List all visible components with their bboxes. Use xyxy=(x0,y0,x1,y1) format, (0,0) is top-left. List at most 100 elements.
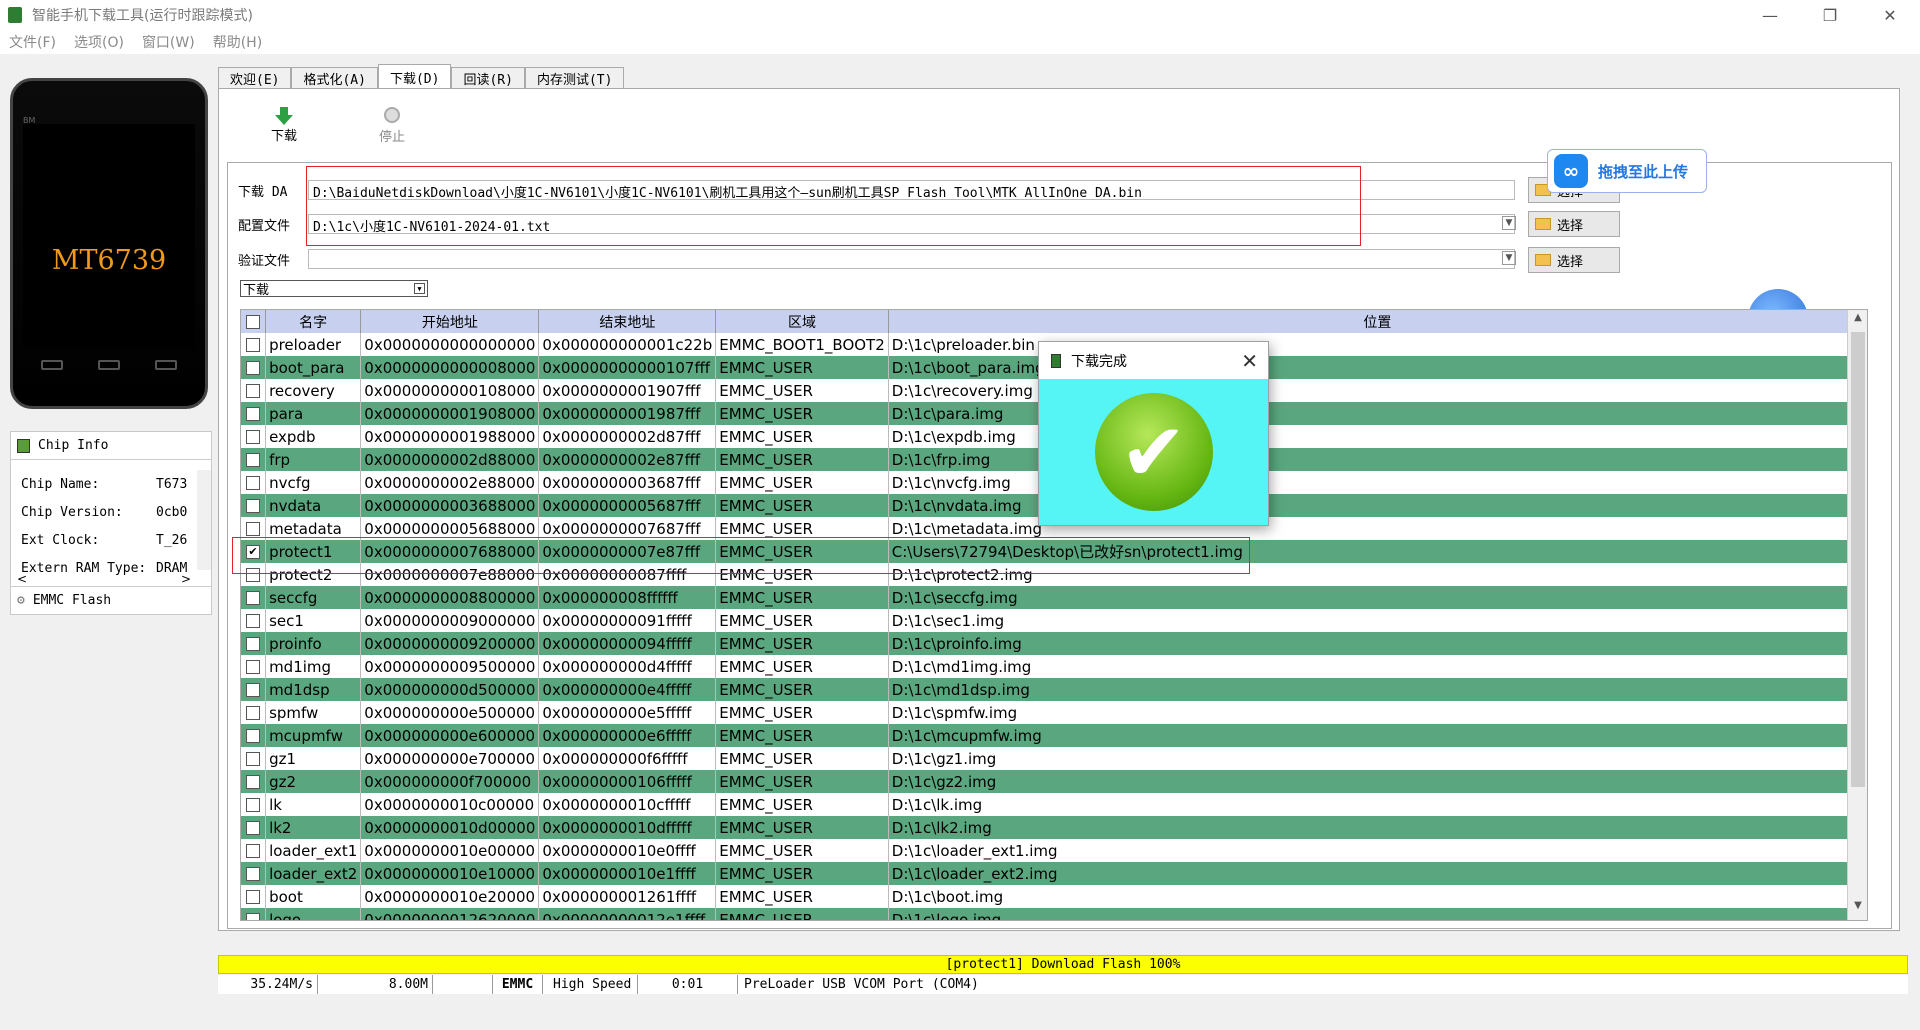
row-checkbox-cell[interactable] xyxy=(241,333,267,356)
row-checkbox[interactable] xyxy=(246,475,261,490)
table-row[interactable]: mcupmfw 0x000000000e600000 0x000000000e6ff… xyxy=(241,724,1867,747)
row-checkbox[interactable] xyxy=(246,797,261,812)
verify-path-field[interactable] xyxy=(308,249,1515,269)
tab-format[interactable]: 格式化(A) xyxy=(291,67,378,89)
row-checkbox-cell[interactable] xyxy=(241,678,267,701)
row-checkbox-cell[interactable] xyxy=(241,770,267,793)
row-checkbox[interactable] xyxy=(246,912,261,920)
row-checkbox[interactable] xyxy=(246,636,261,651)
close-button[interactable]: ✕ xyxy=(1860,0,1920,30)
row-checkbox-cell[interactable] xyxy=(241,862,267,885)
row-checkbox-cell[interactable] xyxy=(241,494,267,517)
row-checkbox-cell[interactable] xyxy=(241,586,267,609)
row-checkbox[interactable] xyxy=(246,521,261,536)
table-row[interactable]: gz2 0x000000000f700000 0x00000000106fffff E… xyxy=(241,770,1867,793)
config-dropdown-icon[interactable]: ▼ xyxy=(1502,216,1516,230)
table-row[interactable]: loader_ext1 0x0000000010e00000 0x000000001… xyxy=(241,839,1867,862)
table-row[interactable]: seccfg 0x0000000008800000 0x000000008fffff… xyxy=(241,586,1867,609)
tab-readback[interactable]: 回读(R) xyxy=(451,67,525,89)
row-checkbox[interactable] xyxy=(246,705,261,720)
config-choose-button[interactable]: 选择 xyxy=(1528,211,1620,237)
table-row[interactable]: lk 0x0000000010c00000 0x0000000010cfffff EM… xyxy=(241,793,1867,816)
verify-choose-button[interactable]: 选择 xyxy=(1528,247,1620,273)
menu-window[interactable]: 窗口(W) xyxy=(133,32,204,52)
menu-file[interactable]: 文件(F) xyxy=(0,32,65,52)
chip-info-header[interactable]: Chip Info xyxy=(11,432,211,460)
row-checkbox[interactable] xyxy=(246,590,261,605)
col-start[interactable]: 开始地址 xyxy=(360,310,540,333)
select-all-header[interactable] xyxy=(241,310,267,333)
table-row[interactable]: md1img 0x0000000009500000 0x000000000d4fff… xyxy=(241,655,1867,678)
dialog-close-icon[interactable]: ✕ xyxy=(1241,349,1258,373)
scroll-left-icon[interactable]: < xyxy=(17,572,27,586)
col-name[interactable]: 名字 xyxy=(265,310,362,333)
menu-options[interactable]: 选项(O) xyxy=(65,32,133,52)
row-checkbox[interactable] xyxy=(246,337,261,352)
row-checkbox-cell[interactable] xyxy=(241,632,267,655)
row-checkbox-cell[interactable] xyxy=(241,793,267,816)
verify-dropdown-icon[interactable]: ▼ xyxy=(1502,251,1516,265)
mode-select[interactable]: 下载 ▼ xyxy=(240,280,428,298)
table-row[interactable]: loader_ext2 0x0000000010e10000 0x000000001… xyxy=(241,862,1867,885)
table-row[interactable]: logo 0x0000000012620000 0x00000000012e1fff… xyxy=(241,908,1867,920)
row-checkbox[interactable] xyxy=(246,820,261,835)
menu-help[interactable]: 帮助(H) xyxy=(204,32,271,52)
maximize-button[interactable]: ❐ xyxy=(1800,0,1860,30)
row-checkbox[interactable] xyxy=(246,866,261,881)
row-checkbox-cell[interactable] xyxy=(241,379,267,402)
row-checkbox[interactable] xyxy=(246,751,261,766)
mode-dropdown-icon[interactable]: ▼ xyxy=(414,283,425,294)
row-checkbox[interactable] xyxy=(246,889,261,904)
scroll-down-icon[interactable]: ▼ xyxy=(1848,900,1867,918)
baidu-upload-widget[interactable]: ∞ 拖拽至此上传 xyxy=(1547,149,1707,193)
row-checkbox-cell[interactable] xyxy=(241,356,267,379)
row-checkbox-cell[interactable] xyxy=(241,609,267,632)
scroll-up-icon[interactable]: ▲ xyxy=(1848,312,1867,330)
row-checkbox[interactable] xyxy=(246,659,261,674)
row-checkbox[interactable] xyxy=(246,406,261,421)
tab-download[interactable]: 下载(D) xyxy=(377,64,452,89)
row-checkbox-cell[interactable] xyxy=(241,885,267,908)
table-scroll-thumb[interactable] xyxy=(1851,332,1865,787)
table-row[interactable]: sec1 0x0000000009000000 0x00000000091fffff… xyxy=(241,609,1867,632)
minimize-button[interactable]: — xyxy=(1740,0,1800,30)
row-checkbox[interactable] xyxy=(246,383,261,398)
table-row[interactable]: spmfw 0x000000000e500000 0x000000000e5ffff… xyxy=(241,701,1867,724)
row-checkbox[interactable] xyxy=(246,843,261,858)
row-checkbox[interactable] xyxy=(246,498,261,513)
row-checkbox-cell[interactable] xyxy=(241,402,267,425)
col-end[interactable]: 结束地址 xyxy=(538,310,717,333)
emmc-flash-item[interactable]: ⚙ EMMC Flash xyxy=(11,586,211,614)
table-row[interactable]: proinfo 0x0000000009200000 0x00000000094ff… xyxy=(241,632,1867,655)
chip-info-hscrollbar[interactable]: < > xyxy=(11,572,197,586)
download-button[interactable]: 下载 xyxy=(254,107,314,144)
scroll-right-icon[interactable]: > xyxy=(181,572,191,586)
row-checkbox[interactable] xyxy=(246,682,261,697)
col-location[interactable]: 位置 xyxy=(888,310,1867,333)
table-vscrollbar[interactable]: ▲ ▼ xyxy=(1847,310,1867,920)
row-checkbox[interactable] xyxy=(246,774,261,789)
table-row[interactable]: lk2 0x0000000010d00000 0x0000000010dfffff E… xyxy=(241,816,1867,839)
tab-welcome[interactable]: 欢迎(E) xyxy=(218,67,292,89)
table-row[interactable]: gz1 0x000000000e700000 0x000000000f6fffff E… xyxy=(241,747,1867,770)
row-checkbox[interactable] xyxy=(246,613,261,628)
row-checkbox[interactable] xyxy=(246,429,261,444)
row-checkbox-cell[interactable] xyxy=(241,471,267,494)
row-checkbox-cell[interactable] xyxy=(241,839,267,862)
col-region[interactable]: 区域 xyxy=(715,310,889,333)
row-checkbox[interactable] xyxy=(246,728,261,743)
row-checkbox[interactable] xyxy=(246,452,261,467)
row-checkbox[interactable] xyxy=(246,360,261,375)
table-row[interactable]: md1dsp 0x000000000d500000 0x000000000e4fff… xyxy=(241,678,1867,701)
select-all-checkbox[interactable] xyxy=(246,314,261,329)
row-checkbox-cell[interactable] xyxy=(241,747,267,770)
table-row[interactable]: boot 0x0000000010e20000 0x000000001261ffff… xyxy=(241,885,1867,908)
row-checkbox-cell[interactable] xyxy=(241,448,267,471)
row-checkbox-cell[interactable] xyxy=(241,425,267,448)
row-checkbox-cell[interactable] xyxy=(241,816,267,839)
row-checkbox-cell[interactable] xyxy=(241,908,267,920)
row-checkbox-cell[interactable] xyxy=(241,701,267,724)
row-checkbox-cell[interactable] xyxy=(241,655,267,678)
chip-info-vscrollbar[interactable] xyxy=(197,470,211,570)
row-checkbox-cell[interactable] xyxy=(241,724,267,747)
